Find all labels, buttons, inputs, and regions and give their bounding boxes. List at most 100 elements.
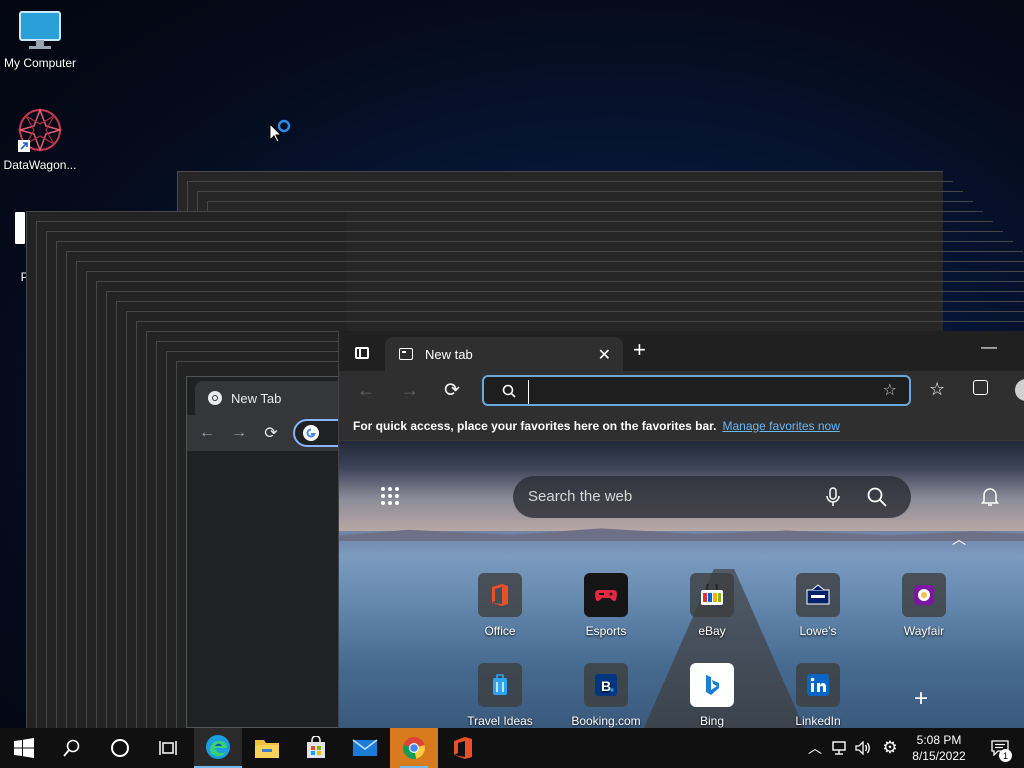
edge-toolbar: ← → ⟳ ☆ ☆ — [339, 371, 1024, 411]
desktop-icon-datawagon[interactable]: DataWagon... — [0, 106, 80, 172]
office-icon — [454, 737, 472, 759]
collections-icon[interactable] — [973, 380, 988, 395]
notifications-bell-icon[interactable] — [981, 487, 999, 507]
clock[interactable]: 5:08 PM 8/15/2022 — [906, 728, 972, 768]
quick-link-esports[interactable]: Esports — [561, 573, 651, 638]
chrome-forward-icon[interactable]: → — [227, 421, 251, 445]
quick-link-label: Lowe's — [799, 624, 837, 638]
edge-tab-title: New tab — [425, 346, 473, 362]
taskbar-file-explorer[interactable] — [243, 728, 291, 768]
edge-titlebar: New tab ✕ + — — [339, 331, 1024, 371]
quick-link-bing[interactable]: Bing — [667, 663, 757, 728]
travel-icon — [493, 674, 507, 695]
minimize-icon[interactable]: — — [981, 339, 997, 357]
quick-link-linkedin[interactable]: LinkedIn — [773, 663, 863, 728]
clock-date: 8/15/2022 — [912, 749, 966, 763]
office-icon — [492, 584, 508, 606]
favorites-bar: For quick access, place your favorites h… — [339, 411, 1024, 441]
chrome-logo-icon — [208, 391, 222, 405]
svg-text:B: B — [601, 678, 611, 694]
chrome-back-icon[interactable]: ← — [195, 421, 219, 445]
desktop-icon-label: DataWagon... — [3, 158, 77, 172]
document-icon — [15, 212, 25, 244]
new-tab-page-icon — [399, 348, 413, 360]
notification-count-badge: 1 — [999, 749, 1012, 762]
taskbar-mail[interactable] — [341, 728, 389, 768]
quick-link-office[interactable]: Office — [455, 573, 545, 638]
volume-icon[interactable] — [852, 728, 874, 768]
folder-icon — [255, 740, 279, 758]
manage-favorites-link[interactable]: Manage favorites now — [722, 419, 839, 433]
booking-icon: B — [595, 674, 617, 696]
esports-icon — [595, 590, 617, 601]
ebay-icon — [701, 584, 723, 605]
apps-launcher-icon[interactable] — [381, 487, 399, 505]
quick-link-label: Wayfair — [903, 624, 945, 638]
cortana-button[interactable] — [96, 728, 144, 768]
chrome-reload-icon[interactable]: ⟳ — [259, 421, 283, 445]
quick-link-booking[interactable]: B Booking.com — [561, 663, 651, 728]
forward-icon[interactable]: → — [401, 380, 419, 401]
bing-icon — [706, 675, 719, 695]
search-button[interactable] — [48, 728, 96, 768]
task-view-icon — [159, 741, 177, 755]
profile-avatar[interactable] — [1015, 379, 1024, 401]
desktop-icon-label: My Computer — [3, 56, 77, 70]
close-tab-icon[interactable]: ✕ — [598, 345, 611, 365]
desktop-icon-my-computer[interactable]: My Computer — [0, 10, 80, 70]
datawagon-logo-icon — [17, 107, 63, 153]
lowes-icon — [806, 584, 830, 605]
quick-link-travel-ideas[interactable]: Travel Ideas — [455, 663, 545, 728]
taskbar: ︿ ⚙ 5:08 PM 8/15/2022 1 — [0, 728, 1024, 768]
quick-link-label: Office — [484, 624, 516, 638]
show-hidden-icons-chevron[interactable]: ︿ — [804, 728, 826, 768]
refresh-icon[interactable]: ⟳ — [444, 379, 460, 402]
quick-link-lowes[interactable]: Lowe's — [773, 573, 863, 638]
edge-browser-icon — [206, 735, 230, 759]
favorites-icon[interactable]: ☆ — [929, 379, 945, 400]
address-input[interactable] — [528, 380, 853, 404]
add-favorite-icon[interactable]: ☆ — [883, 380, 897, 400]
search-icon[interactable] — [867, 487, 887, 507]
taskbar-edge[interactable] — [194, 728, 242, 768]
collapse-chevron-icon[interactable]: ︿ — [952, 529, 966, 549]
network-icon[interactable] — [828, 728, 850, 768]
quick-link-label: Travel Ideas — [467, 714, 533, 728]
quick-link-label: Esports — [585, 624, 627, 638]
clock-time: 5:08 PM — [916, 733, 962, 747]
linkedin-icon — [807, 674, 829, 696]
task-view-button[interactable] — [144, 728, 192, 768]
search-icon — [63, 739, 80, 757]
start-button[interactable] — [0, 728, 48, 768]
cortana-icon — [111, 739, 129, 757]
back-icon[interactable]: ← — [357, 380, 375, 401]
chrome-logo-icon — [403, 737, 425, 759]
quick-link-label: eBay — [698, 624, 726, 638]
taskbar-office[interactable] — [439, 728, 487, 768]
action-center-button[interactable]: 1 — [980, 728, 1020, 768]
taskbar-chrome[interactable] — [390, 728, 438, 768]
edge-tab-new-tab[interactable]: New tab ✕ — [385, 337, 623, 371]
quick-link-label: LinkedIn — [795, 714, 841, 728]
monitor-icon — [19, 11, 61, 49]
quick-link-label: Booking.com — [571, 714, 641, 728]
add-quick-link-button[interactable]: + — [914, 685, 928, 713]
address-bar[interactable]: ☆ — [482, 375, 911, 406]
taskbar-store[interactable] — [292, 728, 340, 768]
tab-actions-icon[interactable] — [355, 347, 369, 359]
web-search-box[interactable]: Search the web — [513, 476, 911, 518]
web-search-placeholder: Search the web — [528, 488, 633, 505]
microphone-icon[interactable] — [826, 487, 840, 507]
mail-icon — [352, 739, 378, 756]
quick-link-label: Bing — [699, 714, 725, 728]
search-icon — [502, 384, 516, 398]
settings-gear-icon[interactable]: ⚙ — [878, 728, 902, 768]
store-icon — [307, 736, 325, 758]
new-tab-page: Search the web ︿ Office Esports eBay Low… — [339, 441, 1024, 728]
edge-window[interactable]: New tab ✕ + — ← → ⟳ ☆ ☆ For quick access… — [338, 331, 1024, 728]
quick-link-ebay[interactable]: eBay — [667, 573, 757, 638]
windows-logo-icon — [14, 738, 34, 758]
google-g-icon — [303, 425, 319, 441]
quick-link-wayfair[interactable]: Wayfair — [879, 573, 969, 638]
new-tab-button[interactable]: + — [633, 337, 646, 363]
